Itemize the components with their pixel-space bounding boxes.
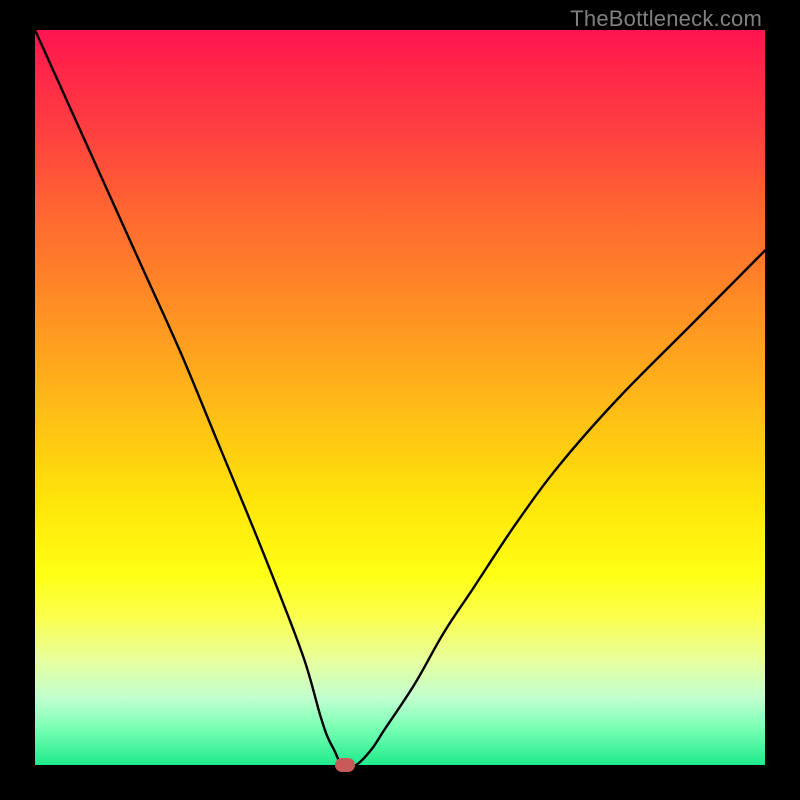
watermark-text: TheBottleneck.com [570,6,762,32]
optimal-point-marker [335,758,355,772]
chart-frame: TheBottleneck.com [0,0,800,800]
bottleneck-curve [35,30,765,765]
